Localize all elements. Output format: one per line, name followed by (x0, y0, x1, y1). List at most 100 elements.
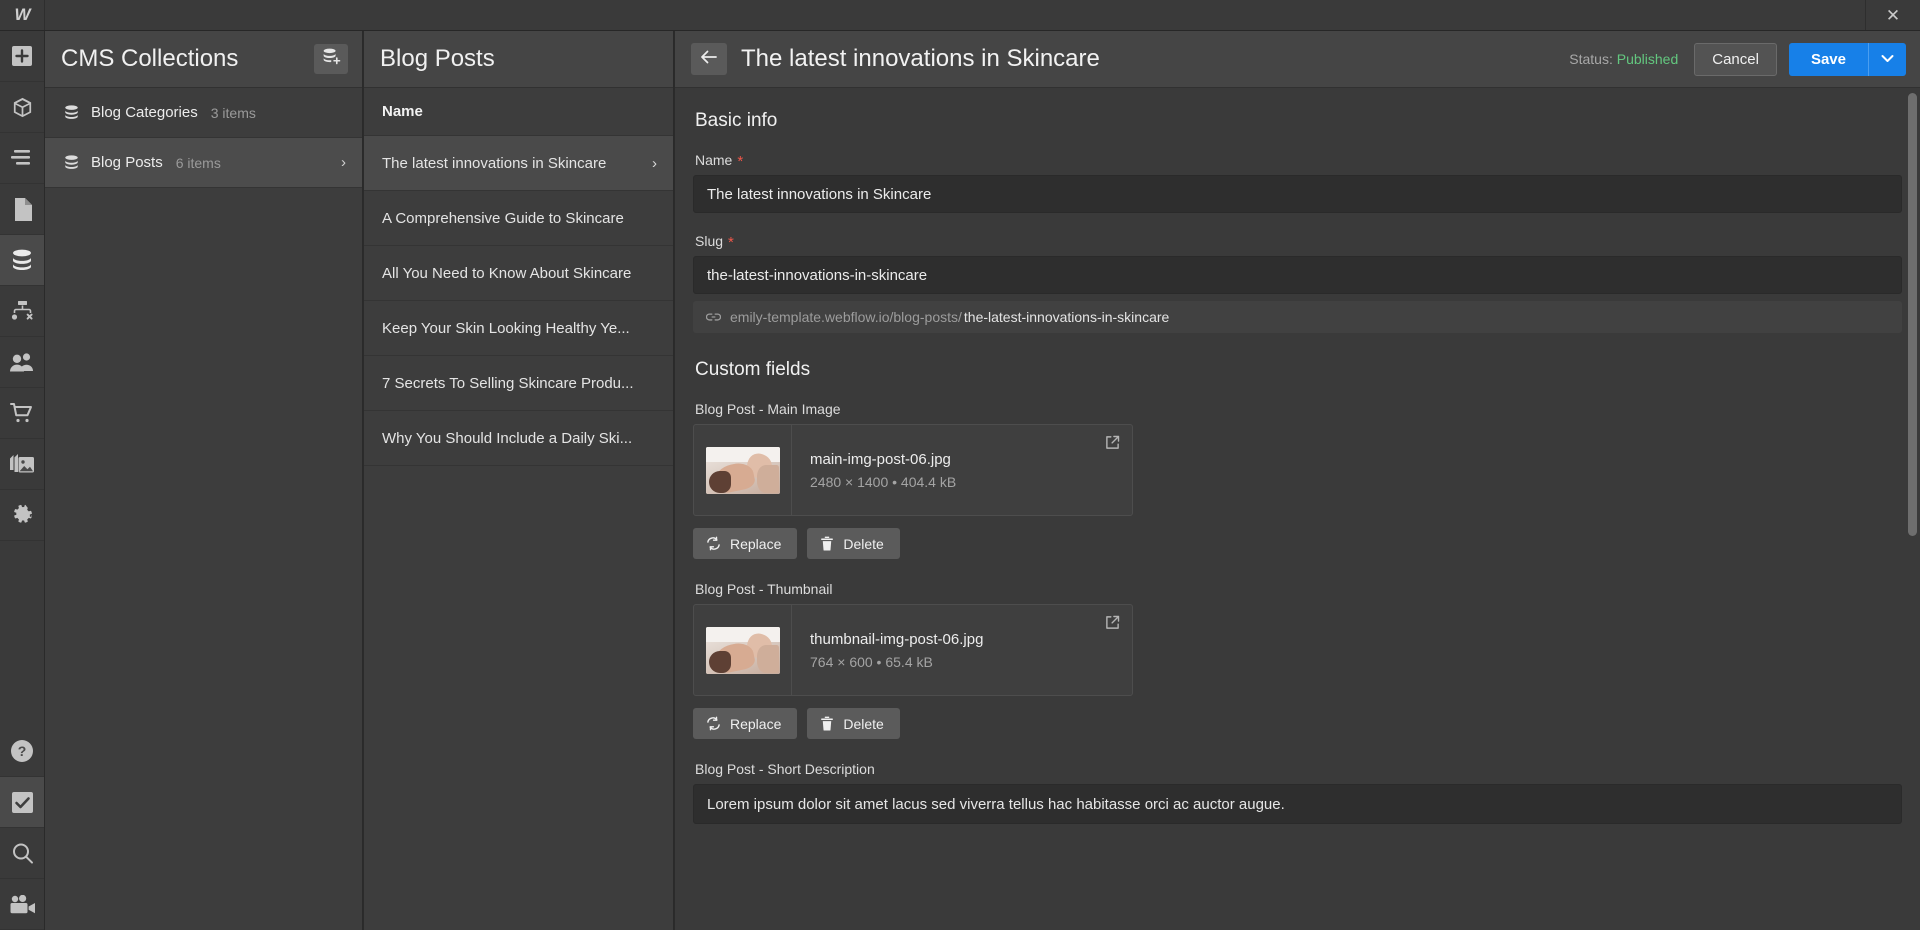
asset-file-name: main-img-post-06.jpg (810, 450, 951, 468)
short-description-input[interactable]: Lorem ipsum dolor sit amet lacus sed viv… (693, 784, 1902, 824)
rail-item-settings[interactable] (0, 490, 44, 541)
rail-item-logic[interactable] (0, 286, 44, 337)
list-item-label: Keep Your Skin Looking Healthy Ye... (382, 319, 630, 337)
list-item-label: The latest innovations in Skincare (382, 154, 607, 172)
asset-actions-thumbnail: Replace Delete (693, 708, 1902, 739)
blog-posts-list-panel: Blog Posts Name The latest innovations i… (364, 31, 674, 930)
rail-item-audit[interactable] (0, 777, 44, 828)
rail-item-pages[interactable] (0, 184, 44, 235)
page-title: The latest innovations in Skincare (741, 45, 1100, 72)
collection-row-blog-posts[interactable]: Blog Posts 6 items › (45, 138, 362, 188)
users-icon (9, 352, 35, 372)
list-title: Blog Posts (380, 45, 495, 72)
rail-item-video[interactable] (0, 879, 44, 930)
list-item-label: Why You Should Include a Daily Ski... (382, 429, 633, 447)
status-badge: Status: Published (1569, 51, 1678, 67)
external-link-icon[interactable] (1105, 435, 1120, 455)
editor-header: The latest innovations in Skincare Statu… (675, 31, 1920, 88)
collection-item-count: 6 items (175, 154, 221, 171)
refresh-icon (706, 536, 721, 551)
external-link-icon[interactable] (1105, 615, 1120, 635)
section-heading-custom-fields: Custom fields (695, 359, 811, 380)
list-item-label: A Comprehensive Guide to Skincare (382, 209, 624, 227)
video-camera-icon (10, 894, 35, 914)
replace-button-label: Replace (730, 535, 782, 552)
delete-button[interactable]: Delete (807, 528, 900, 559)
asset-meta: thumbnail-img-post-06.jpg 764 × 600 • 65… (792, 605, 1132, 695)
rail-item-help[interactable]: ? (0, 726, 44, 777)
list-item[interactable]: The latest innovations in Skincare › (364, 136, 673, 191)
field-label-text: Name (695, 152, 733, 168)
replace-button[interactable]: Replace (693, 528, 798, 559)
status-label: Status: (1569, 51, 1613, 67)
rail-item-users[interactable] (0, 337, 44, 388)
rail-item-search[interactable] (0, 828, 44, 879)
field-label-slug: Slug * (695, 233, 1902, 250)
list-item[interactable]: A Comprehensive Guide to Skincare (364, 191, 673, 246)
asset-file-name: thumbnail-img-post-06.jpg (810, 630, 984, 648)
field-label-text: Slug (695, 233, 724, 249)
rail-item-assets[interactable] (0, 439, 44, 490)
rail-spacer (0, 541, 44, 726)
link-icon (706, 312, 721, 322)
asset-card-thumbnail[interactable]: thumbnail-img-post-06.jpg 764 × 600 • 65… (693, 604, 1133, 696)
page-title: CMS Collections (61, 45, 239, 72)
chevron-right-icon: › (341, 154, 346, 171)
chevron-down-icon (1881, 52, 1894, 66)
cancel-button[interactable]: Cancel (1694, 42, 1777, 76)
blog-posts-rows: The latest innovations in Skincare › A C… (364, 136, 673, 466)
rail-item-navigator[interactable] (0, 133, 44, 184)
list-column-header-name[interactable]: Name (364, 88, 673, 136)
slug-url-slug: the-latest-innovations-in-skincare (963, 309, 1170, 325)
checkmark-icon (11, 791, 34, 814)
refresh-icon (706, 716, 721, 731)
field-label-thumbnail: Blog Post - Thumbnail (695, 581, 833, 597)
name-input[interactable]: The latest innovations in Skincare (693, 175, 1902, 213)
collection-name: Blog Posts (91, 154, 163, 171)
save-button-group: Save (1788, 42, 1906, 76)
replace-button[interactable]: Replace (693, 708, 798, 739)
slug-input[interactable]: the-latest-innovations-in-skincare (693, 256, 1902, 294)
list-icon (11, 149, 33, 167)
add-collection-button[interactable] (314, 44, 348, 74)
collection-row-blog-categories[interactable]: Blog Categories 3 items (45, 88, 362, 138)
save-options-button[interactable] (1868, 42, 1906, 76)
plus-icon (11, 45, 33, 67)
field-label-name: Name * (695, 152, 1902, 169)
slug-url-preview[interactable]: emily-template.webflow.io/blog-posts/ th… (693, 301, 1902, 333)
status-value: Published (1616, 51, 1679, 67)
back-button[interactable] (691, 43, 727, 75)
close-icon[interactable]: ✕ (1865, 0, 1920, 30)
list-item[interactable]: Keep Your Skin Looking Healthy Ye... (364, 301, 673, 356)
list-item[interactable]: All You Need to Know About Skincare (364, 246, 673, 301)
rail-item-add-element[interactable] (0, 31, 44, 82)
list-item[interactable]: 7 Secrets To Selling Skincare Produ... (364, 356, 673, 411)
field-label-main-image: Blog Post - Main Image (695, 401, 841, 417)
rail-item-ecommerce[interactable] (0, 388, 44, 439)
webflow-logo-button[interactable]: W (0, 0, 45, 30)
delete-button[interactable]: Delete (807, 708, 900, 739)
webflow-logo-icon: W (14, 5, 30, 24)
asset-thumb-cell (694, 605, 792, 695)
collections-list: Blog Categories 3 items Blog Posts 6 ite… (45, 88, 362, 188)
database-icon (63, 104, 80, 121)
rail-item-components[interactable] (0, 82, 44, 133)
database-icon (10, 249, 34, 271)
trash-icon (820, 536, 834, 551)
rail-bottom-group: ? (0, 726, 44, 930)
trash-icon (820, 716, 834, 731)
list-item[interactable]: Why You Should Include a Daily Ski... (364, 411, 673, 466)
images-icon (9, 453, 35, 475)
item-editor-pane: The latest innovations in Skincare Statu… (675, 31, 1920, 930)
editor-scrollbar[interactable] (1908, 93, 1917, 536)
chevron-right-icon: › (652, 154, 657, 172)
left-icon-rail: ? (0, 31, 45, 930)
rail-item-cms[interactable] (0, 235, 44, 286)
page-icon (13, 197, 32, 221)
blog-posts-header: Blog Posts (364, 31, 673, 88)
asset-thumbnail-image (705, 446, 780, 494)
list-item-label: 7 Secrets To Selling Skincare Produ... (382, 374, 634, 392)
asset-card-main-image[interactable]: main-img-post-06.jpg 2480 × 1400 • 404.4… (693, 424, 1133, 516)
collection-item-count: 3 items (210, 104, 256, 121)
save-button[interactable]: Save (1788, 42, 1868, 76)
